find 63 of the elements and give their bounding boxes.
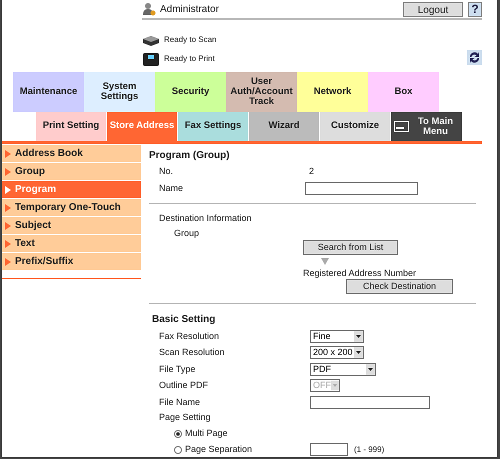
- arrow-icon: [5, 168, 11, 176]
- arrow-icon: [5, 186, 11, 194]
- arrow-icon: [5, 240, 11, 248]
- file-name-field[interactable]: [310, 396, 430, 409]
- field-label: Fax Resolution: [159, 330, 220, 342]
- user-icon: [142, 2, 156, 16]
- field-label: Registered Address Number: [303, 267, 416, 279]
- radio-button[interactable]: [174, 446, 182, 454]
- category-tab[interactable]: Box: [368, 72, 439, 112]
- category-tab[interactable]: Network: [297, 72, 368, 112]
- arrow-icon: [5, 204, 11, 212]
- status-text: Ready to Scan: [164, 34, 216, 46]
- main-menu-button[interactable]: To Main Menu: [391, 112, 462, 141]
- sub-tab[interactable]: Fax Settings: [178, 112, 249, 141]
- help-button[interactable]: ?: [468, 2, 482, 16]
- field-label: Outline PDF: [159, 379, 210, 392]
- sidebar-item[interactable]: Group: [2, 163, 141, 180]
- screen-icon: [394, 121, 409, 132]
- sub-tab[interactable]: Print Setting: [36, 112, 107, 141]
- arrow-icon: [5, 222, 11, 230]
- category-tab[interactable]: Maintenance: [13, 72, 84, 112]
- sidebar-item[interactable]: Subject: [2, 217, 141, 234]
- dropdown[interactable]: PDF: [310, 362, 376, 376]
- printer-icon: [142, 52, 160, 66]
- category-tab[interactable]: User Auth/Account Track: [226, 72, 297, 112]
- down-arrow-icon: [321, 258, 329, 265]
- field-value: 2: [309, 165, 314, 178]
- sidebar-item[interactable]: Text: [2, 235, 141, 252]
- field-label: Page Setting: [159, 411, 211, 424]
- search-from-list-button[interactable]: Search from List: [303, 240, 398, 255]
- field-label: File Type: [159, 362, 196, 376]
- sub-tab[interactable]: Customize: [320, 112, 391, 141]
- range-hint: (1 - 999): [354, 444, 384, 456]
- status-text: Ready to Print: [164, 53, 215, 65]
- main-menu-label: To Main Menu: [416, 116, 454, 136]
- scanner-icon: [142, 34, 160, 46]
- field-label: File Name: [159, 396, 202, 408]
- field-label: Destination Information: [158, 212, 253, 225]
- arrow-icon: [5, 258, 11, 266]
- section-title: Program (Group): [149, 149, 231, 163]
- radio-label: Multi Page: [185, 426, 228, 440]
- name-field[interactable]: [305, 182, 418, 195]
- radio-label: Page Separation: [185, 442, 252, 456]
- user-name: Administrator: [160, 2, 219, 16]
- page-count-field[interactable]: [310, 443, 348, 456]
- logout-button[interactable]: Logout: [403, 2, 463, 16]
- dropdown[interactable]: 200 x 200: [310, 346, 364, 360]
- sidebar-item[interactable]: Address Book: [2, 145, 141, 162]
- arrow-icon: [5, 150, 11, 158]
- refresh-icon[interactable]: [467, 50, 482, 65]
- category-tab[interactable]: System Settings: [84, 72, 155, 112]
- field-label: No.: [159, 165, 174, 178]
- sidebar-item[interactable]: Prefix/Suffix: [2, 253, 141, 270]
- check-destination-button[interactable]: Check Destination: [346, 279, 453, 294]
- dropdown[interactable]: Fine: [310, 330, 364, 343]
- field-label: Name: [159, 182, 184, 195]
- field-label: Scan Resolution: [159, 346, 226, 359]
- section-title: Basic Setting: [151, 313, 216, 327]
- category-tab[interactable]: Security: [155, 72, 226, 112]
- field-label: Group: [173, 227, 200, 240]
- radio-button[interactable]: [174, 430, 182, 438]
- sub-tab[interactable]: Wizard: [249, 112, 320, 141]
- sidebar-item[interactable]: Temporary One-Touch: [2, 199, 141, 216]
